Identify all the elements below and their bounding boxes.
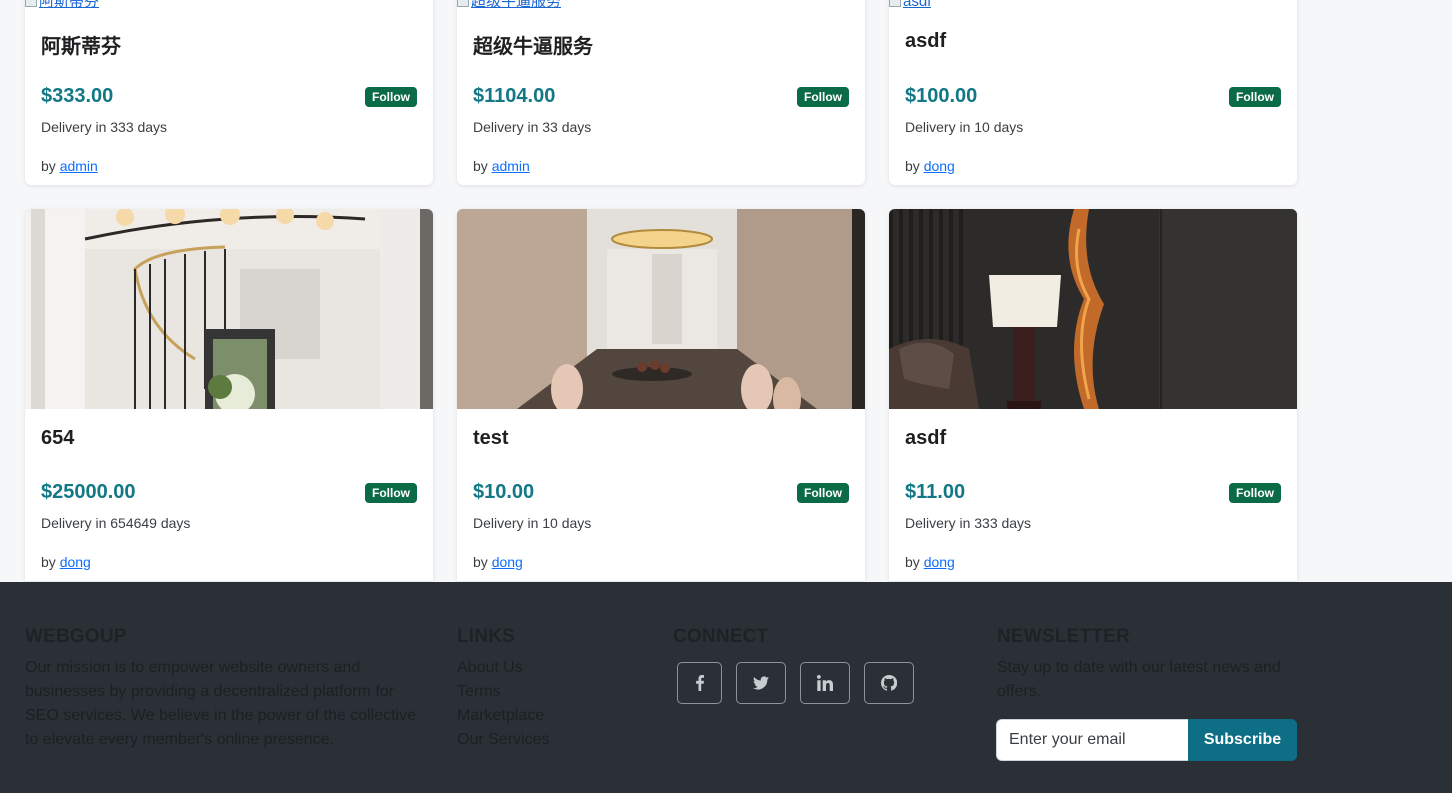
delivery-time: Delivery in 33 days: [473, 119, 592, 135]
author-link[interactable]: dong: [924, 554, 955, 570]
footer-newsletter: NEWSLETTER Stay up to date with our late…: [997, 626, 1297, 704]
author-link[interactable]: dong: [492, 554, 523, 570]
footer-about: WEBGOUP Our mission is to empower websit…: [25, 626, 430, 752]
newsletter-text: Stay up to date with our latest news and…: [997, 659, 1281, 700]
service-card[interactable]: 阿斯蒂芬 阿斯蒂芬 $333.00 Follow Delivery in 333…: [25, 0, 433, 185]
service-price: $100.00: [905, 85, 978, 107]
service-title[interactable]: asdf: [905, 427, 946, 450]
by-label: by: [905, 158, 920, 174]
newsletter-heading: NEWSLETTER: [997, 626, 1130, 647]
image-alt-text: 超级牛逼服务: [471, 0, 561, 8]
footer-connect: CONNECT: [673, 626, 973, 704]
footer-brand-heading: WEBGOUP: [25, 626, 127, 647]
image-alt-text: asdf: [903, 0, 931, 8]
follow-button[interactable]: Follow: [365, 86, 417, 107]
linkedin-icon: [817, 675, 833, 691]
author-link[interactable]: dong: [924, 158, 955, 174]
subscribe-button[interactable]: Subscribe: [1188, 719, 1297, 761]
site-footer: WEBGOUP Our mission is to empower websit…: [0, 582, 1452, 793]
by-label: by: [473, 158, 488, 174]
twitter-icon: [753, 676, 769, 690]
price-row: $100.00 Follow: [905, 85, 1281, 108]
footer-link-terms[interactable]: Terms: [457, 680, 647, 704]
service-title[interactable]: test: [473, 427, 509, 450]
follow-button[interactable]: Follow: [365, 482, 417, 503]
author-byline: by dong: [41, 554, 91, 570]
by-label: by: [905, 554, 920, 570]
newsletter-form: Subscribe: [996, 719, 1297, 761]
image-alt-text: 阿斯蒂芬: [39, 0, 99, 8]
footer-link-our-services[interactable]: Our Services: [457, 728, 647, 752]
author-byline: by dong: [905, 158, 955, 174]
price-row: $1104.00 Follow: [473, 85, 849, 108]
author-link[interactable]: admin: [60, 158, 98, 174]
footer-link-marketplace[interactable]: Marketplace: [457, 704, 647, 728]
service-title[interactable]: asdf: [905, 30, 946, 53]
footer-links-heading: LINKS: [457, 626, 515, 647]
service-card[interactable]: 654 $25000.00 Follow Delivery in 654649 …: [25, 209, 433, 581]
footer-links: LINKS About Us Terms Marketplace Our Ser…: [457, 626, 647, 752]
delivery-time: Delivery in 333 days: [41, 119, 168, 135]
github-button[interactable]: [864, 662, 914, 704]
by-label: by: [473, 554, 488, 570]
delivery-time: Delivery in 654649 days: [41, 515, 191, 531]
broken-image-icon: [457, 0, 469, 7]
service-title[interactable]: 阿斯蒂芬: [41, 30, 121, 59]
author-byline: by dong: [905, 554, 955, 570]
service-price: $1104.00: [473, 85, 556, 107]
service-photo[interactable]: [889, 209, 1297, 409]
service-grid: 阿斯蒂芬 阿斯蒂芬 $333.00 Follow Delivery in 333…: [25, 0, 1297, 581]
follow-button[interactable]: Follow: [797, 482, 849, 503]
service-card[interactable]: test $10.00 Follow Delivery in 10 days b…: [457, 209, 865, 581]
footer-link-about-us[interactable]: About Us: [457, 656, 647, 680]
author-byline: by dong: [473, 554, 523, 570]
follow-button[interactable]: Follow: [1229, 482, 1281, 503]
service-price: $25000.00: [41, 481, 136, 503]
service-title[interactable]: 超级牛逼服务: [473, 30, 593, 59]
price-row: $25000.00 Follow: [41, 481, 417, 504]
delivery-time: Delivery in 10 days: [473, 515, 592, 531]
delivery-time: Delivery in 333 days: [905, 515, 1032, 531]
service-title[interactable]: 654: [41, 427, 74, 450]
author-byline: by admin: [473, 158, 530, 174]
service-image[interactable]: 阿斯蒂芬: [25, 0, 99, 8]
service-photo[interactable]: [25, 209, 433, 409]
author-byline: by admin: [41, 158, 98, 174]
service-price: $11.00: [905, 481, 966, 503]
twitter-button[interactable]: [736, 662, 786, 704]
price-row: $333.00 Follow: [41, 85, 417, 108]
service-image[interactable]: 超级牛逼服务: [457, 0, 561, 8]
delivery-time: Delivery in 10 days: [905, 119, 1024, 135]
service-card[interactable]: 超级牛逼服务 超级牛逼服务 $1104.00 Follow Delivery i…: [457, 0, 865, 185]
linkedin-button[interactable]: [800, 662, 850, 704]
author-link[interactable]: dong: [60, 554, 91, 570]
email-input[interactable]: [996, 719, 1188, 761]
facebook-icon: [695, 675, 704, 691]
follow-button[interactable]: Follow: [797, 86, 849, 107]
broken-image-icon: [889, 0, 901, 7]
author-link[interactable]: admin: [492, 158, 530, 174]
follow-button[interactable]: Follow: [1229, 86, 1281, 107]
broken-image-icon: [25, 0, 37, 7]
service-price: $333.00: [41, 85, 114, 107]
service-photo[interactable]: [457, 209, 865, 409]
service-card[interactable]: asdf asdf $100.00 Follow Delivery in 10 …: [889, 0, 1297, 185]
github-icon: [881, 675, 897, 691]
footer-connect-heading: CONNECT: [673, 626, 769, 647]
by-label: by: [41, 554, 56, 570]
footer-mission-text: Our mission is to empower website owners…: [25, 659, 416, 748]
price-row: $10.00 Follow: [473, 481, 849, 504]
price-row: $11.00 Follow: [905, 481, 1281, 504]
service-card[interactable]: asdf $11.00 Follow Delivery in 333 days …: [889, 209, 1297, 581]
by-label: by: [41, 158, 56, 174]
facebook-button[interactable]: [677, 662, 722, 704]
service-price: $10.00: [473, 481, 535, 503]
service-image[interactable]: asdf: [889, 0, 931, 8]
